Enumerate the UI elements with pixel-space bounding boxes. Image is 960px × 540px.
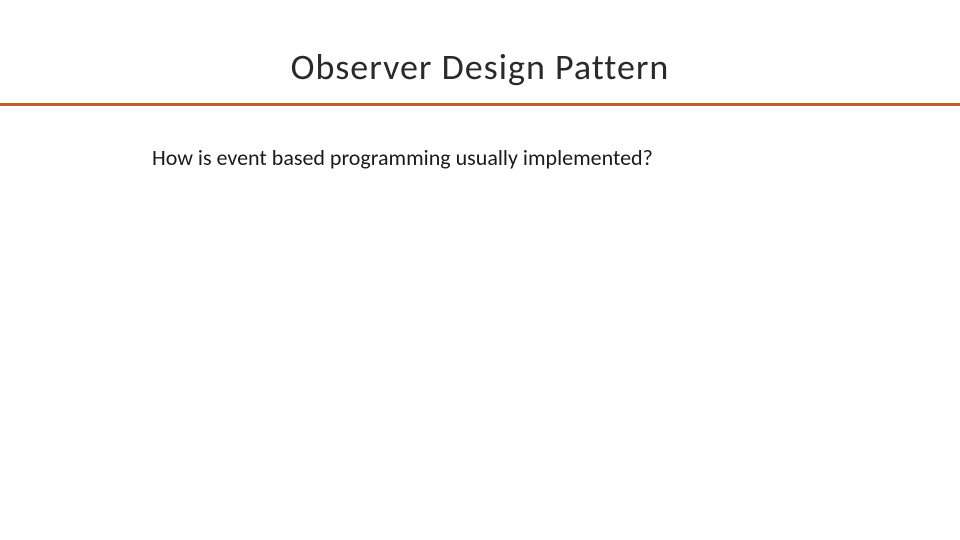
body-text: How is event based programming usually i… [0,106,960,171]
slide-title: Observer Design Pattern [0,0,960,103]
